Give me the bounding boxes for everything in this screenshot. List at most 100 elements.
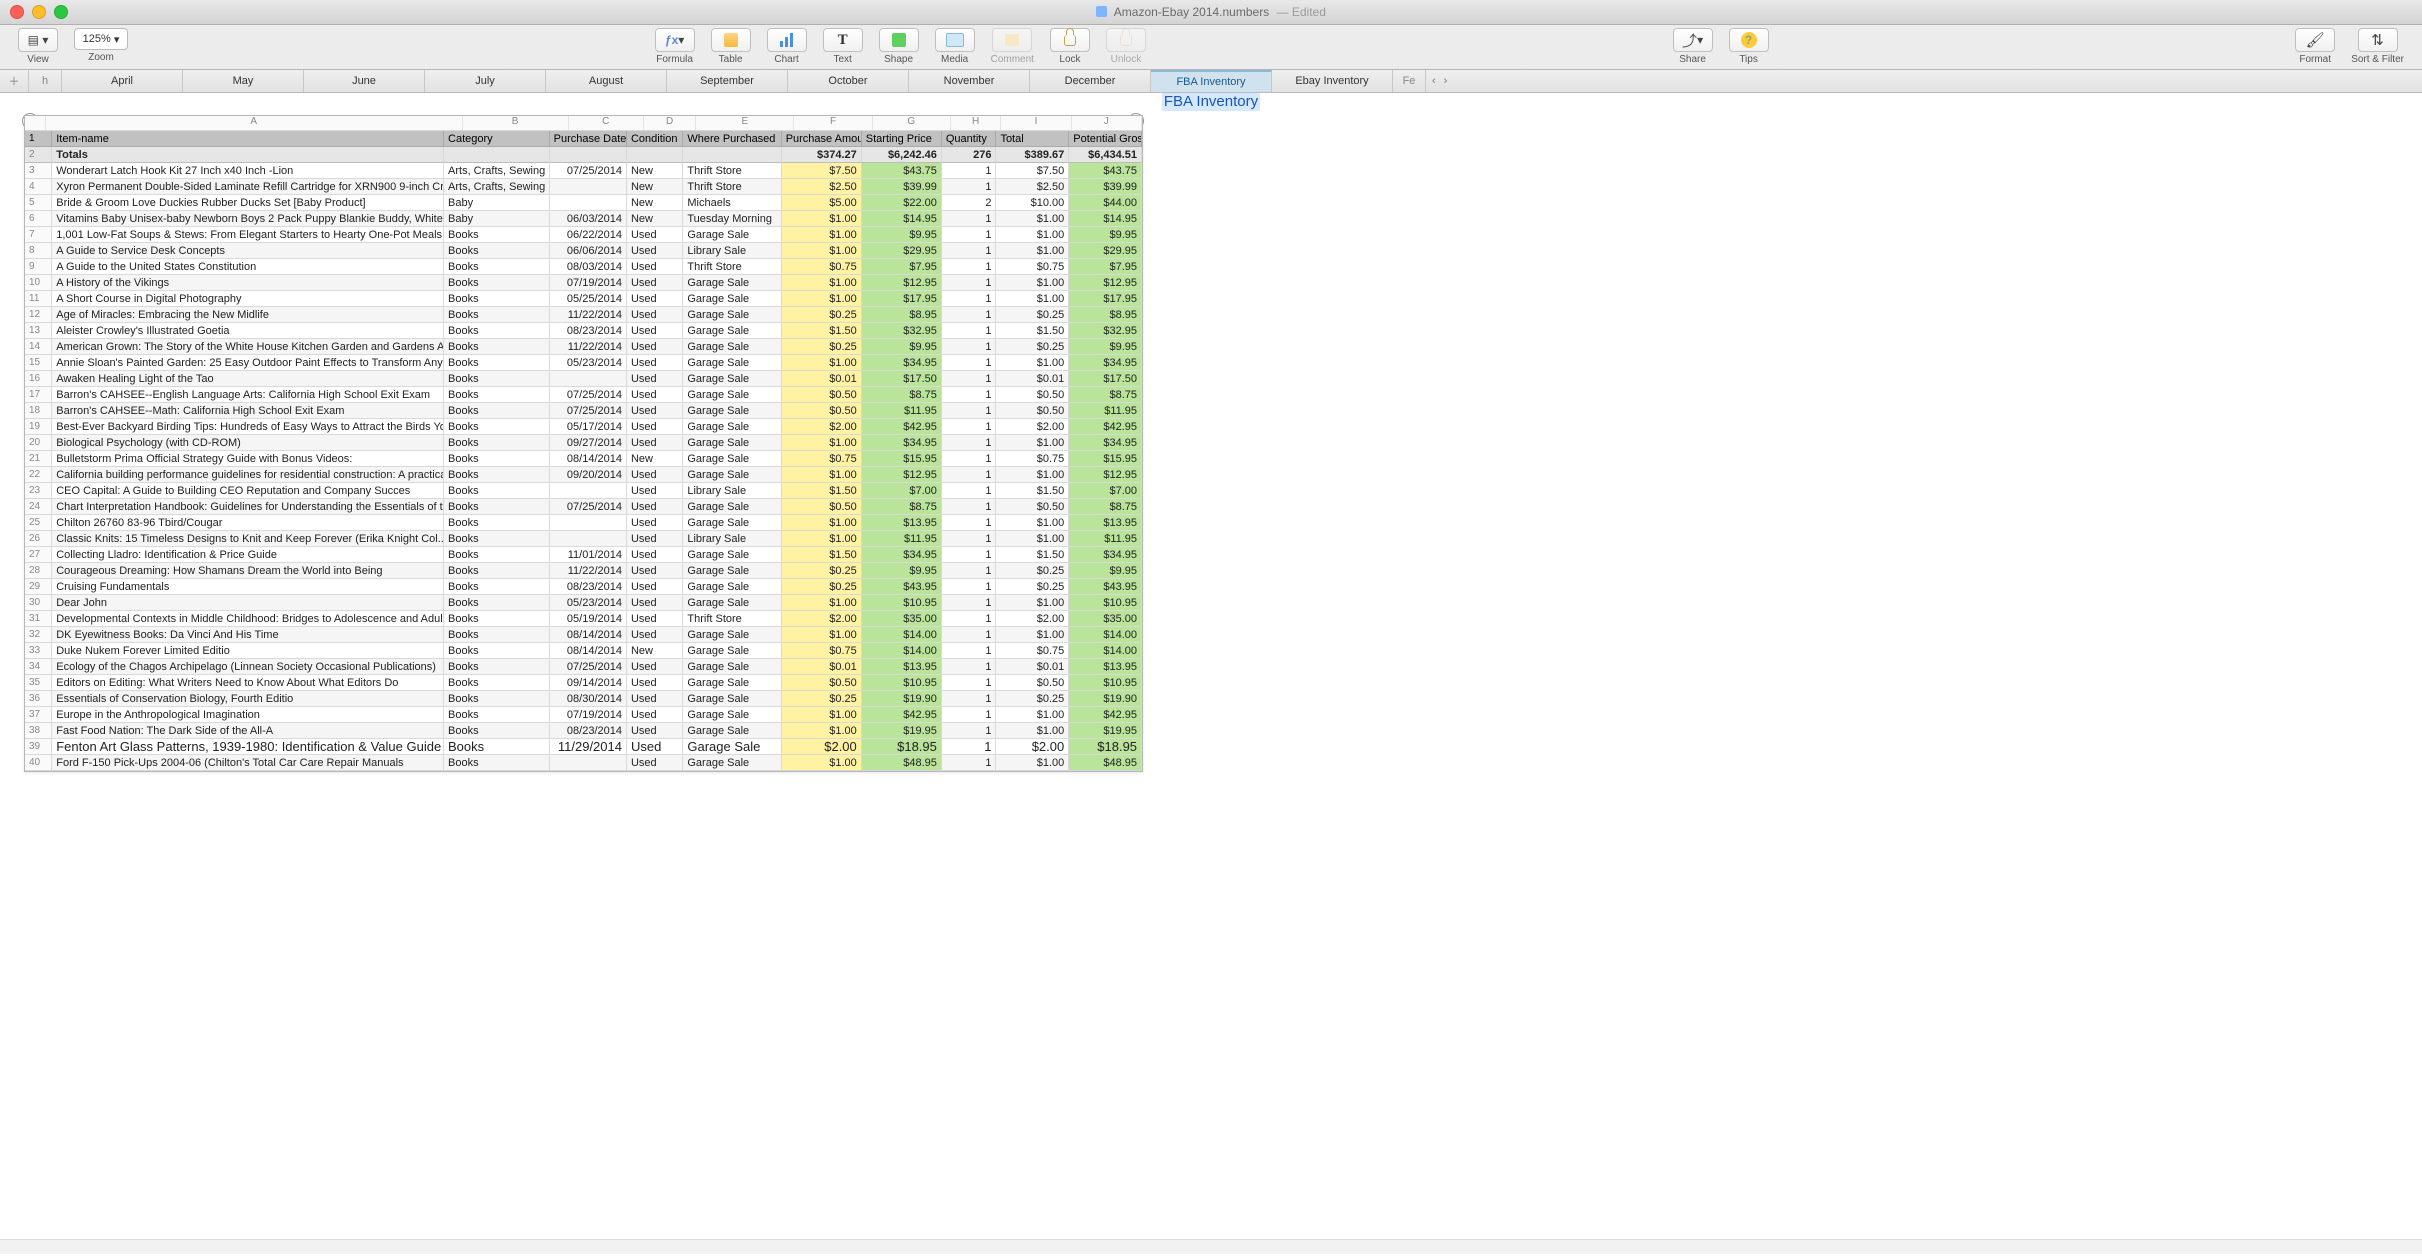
cell[interactable]: Courageous Dreaming: How Shamans Dream t…	[52, 563, 444, 579]
cell[interactable]: Baby	[444, 195, 550, 211]
cell[interactable]: $32.95	[862, 323, 942, 339]
tabs-prev-button[interactable]: ‹	[1432, 75, 1436, 87]
cell[interactable]: $6,434.51	[1069, 147, 1142, 163]
cell[interactable]: Garage Sale	[683, 595, 781, 611]
cell[interactable]: $374.27	[782, 147, 862, 163]
cell[interactable]: $7.95	[1069, 259, 1142, 275]
cell[interactable]: $1.00	[782, 291, 862, 307]
row-number[interactable]: 5	[25, 195, 52, 211]
cell[interactable]: Michaels	[683, 195, 781, 211]
cell[interactable]: $42.95	[1069, 707, 1142, 723]
cell[interactable]: Garage Sale	[683, 515, 781, 531]
cell[interactable]: Library Sale	[683, 531, 781, 547]
cell[interactable]: New	[627, 451, 683, 467]
cell[interactable]: $9.95	[1069, 339, 1142, 355]
row-number[interactable]: 35	[25, 675, 52, 691]
cell[interactable]: 08/14/2014	[550, 451, 627, 467]
cell[interactable]: Books	[444, 515, 550, 531]
cell[interactable]: $1.00	[782, 243, 862, 259]
cell[interactable]: $9.95	[862, 227, 942, 243]
cell[interactable]: $0.01	[996, 371, 1069, 387]
cell[interactable]: Where Purchased	[683, 131, 781, 147]
cell[interactable]: 11/29/2014	[550, 739, 627, 755]
cell[interactable]: Wonderart Latch Hook Kit 27 Inch x40 Inc…	[52, 163, 444, 179]
cell[interactable]: CEO Capital: A Guide to Building CEO Rep…	[52, 483, 444, 499]
cell[interactable]: Books	[444, 643, 550, 659]
cell[interactable]: $1.00	[996, 435, 1069, 451]
cell[interactable]: Books	[444, 611, 550, 627]
cell[interactable]: 07/25/2014	[550, 163, 627, 179]
format-button[interactable]: 🖌	[2295, 28, 2335, 52]
shape-button[interactable]	[879, 28, 919, 52]
cell[interactable]: 09/14/2014	[550, 675, 627, 691]
cell[interactable]: 05/25/2014	[550, 291, 627, 307]
cell[interactable]: Books	[444, 371, 550, 387]
cell[interactable]: $13.95	[1069, 515, 1142, 531]
cell[interactable]: Garage Sale	[683, 275, 781, 291]
row-number[interactable]: 39	[25, 739, 52, 755]
cell[interactable]: $12.95	[862, 467, 942, 483]
cell[interactable]: Collecting Lladro: Identification & Pric…	[52, 547, 444, 563]
cell[interactable]: 1	[942, 355, 997, 371]
cell[interactable]: Used	[627, 515, 683, 531]
cell[interactable]: 1	[942, 451, 997, 467]
row-number[interactable]: 38	[25, 723, 52, 739]
cell[interactable]: 07/25/2014	[550, 499, 627, 515]
cell[interactable]: Garage Sale	[683, 291, 781, 307]
cell[interactable]: Used	[627, 691, 683, 707]
cell[interactable]: Used	[627, 435, 683, 451]
cell[interactable]: Used	[627, 371, 683, 387]
cell[interactable]: $9.95	[1069, 563, 1142, 579]
cell[interactable]: Vitamins Baby Unisex-baby Newborn Boys 2…	[52, 211, 444, 227]
cell[interactable]: 1	[942, 643, 997, 659]
cell[interactable]: Books	[444, 675, 550, 691]
cell[interactable]: 1	[942, 739, 997, 755]
cell[interactable]: $14.00	[1069, 627, 1142, 643]
cell[interactable]: $1.50	[782, 323, 862, 339]
cell[interactable]: 1	[942, 723, 997, 739]
cell[interactable]: Used	[627, 355, 683, 371]
cell[interactable]: Books	[444, 275, 550, 291]
chart-button[interactable]	[767, 28, 807, 52]
cell[interactable]: 11/22/2014	[550, 307, 627, 323]
cell[interactable]: Biological Psychology (with CD-ROM)	[52, 435, 444, 451]
cell[interactable]: $0.50	[782, 499, 862, 515]
cell[interactable]: Purchase Date	[550, 131, 627, 147]
row-number[interactable]: 12	[25, 307, 52, 323]
cell[interactable]: 1	[942, 275, 997, 291]
cell[interactable]: A History of the Vikings	[52, 275, 444, 291]
cell[interactable]: Garage Sale	[683, 307, 781, 323]
cell[interactable]: $0.01	[782, 659, 862, 675]
cell[interactable]: $9.95	[862, 563, 942, 579]
cell[interactable]: $0.75	[996, 451, 1069, 467]
cell[interactable]: $10.95	[1069, 595, 1142, 611]
cell[interactable]	[550, 147, 627, 163]
cell[interactable]: Books	[444, 419, 550, 435]
row-number[interactable]: 2	[25, 147, 52, 163]
formula-button[interactable]: ƒx ▾	[655, 28, 695, 52]
cell[interactable]: Fast Food Nation: The Dark Side of the A…	[52, 723, 444, 739]
cell[interactable]: $1.00	[996, 755, 1069, 771]
cell[interactable]: Books	[444, 227, 550, 243]
cell[interactable]: Used	[627, 403, 683, 419]
cell[interactable]: 08/14/2014	[550, 627, 627, 643]
cell[interactable]: $11.95	[1069, 531, 1142, 547]
cell[interactable]: New	[627, 163, 683, 179]
cell[interactable]: New	[627, 179, 683, 195]
cell[interactable]: $1.00	[782, 227, 862, 243]
row-number[interactable]: 18	[25, 403, 52, 419]
col-letter[interactable]: D	[644, 116, 696, 130]
cell[interactable]: $0.50	[782, 675, 862, 691]
cell[interactable]: Essentials of Conservation Biology, Four…	[52, 691, 444, 707]
cell[interactable]: Books	[444, 739, 550, 755]
cell[interactable]: 11/22/2014	[550, 563, 627, 579]
cell[interactable]: 09/20/2014	[550, 467, 627, 483]
cell[interactable]: 1	[942, 403, 997, 419]
cell[interactable]: 05/19/2014	[550, 611, 627, 627]
cell[interactable]: $12.95	[1069, 467, 1142, 483]
cell[interactable]: $17.50	[862, 371, 942, 387]
cell[interactable]: Garage Sale	[683, 579, 781, 595]
cell[interactable]: Books	[444, 307, 550, 323]
cell[interactable]: $29.95	[862, 243, 942, 259]
cell[interactable]: DK Eyewitness Books: Da Vinci And His Ti…	[52, 627, 444, 643]
